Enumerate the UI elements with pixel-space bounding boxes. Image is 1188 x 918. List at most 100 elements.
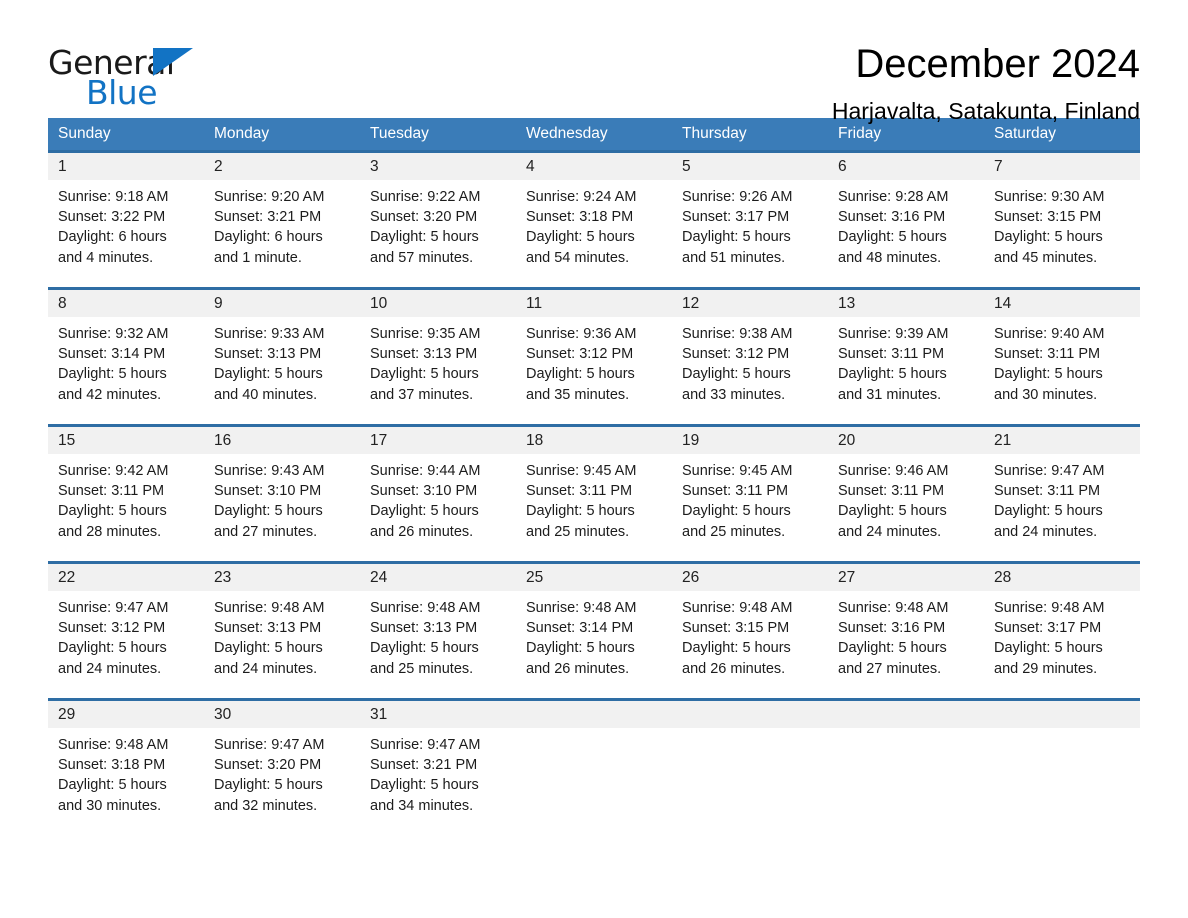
day-cell[interactable]: Sunrise: 9:48 AM Sunset: 3:17 PM Dayligh… <box>984 591 1140 698</box>
day-number[interactable]: 7 <box>984 153 1140 180</box>
sunset-text: Sunset: 3:15 PM <box>682 620 790 637</box>
day-number[interactable]: 13 <box>828 290 984 317</box>
sunset-text: Sunset: 3:21 PM <box>214 209 322 226</box>
day-number[interactable]: 29 <box>48 701 204 728</box>
day-number[interactable]: 5 <box>672 153 828 180</box>
daylight-text-line1: Daylight: 5 hours <box>370 503 479 520</box>
day-cell[interactable]: Sunrise: 9:30 AM Sunset: 3:15 PM Dayligh… <box>984 180 1140 287</box>
day-number[interactable]: 12 <box>672 290 828 317</box>
day-number[interactable]: 15 <box>48 427 204 454</box>
day-number[interactable]: 30 <box>204 701 360 728</box>
week-daynumbers: 1 2 3 4 5 6 7 <box>48 153 1140 180</box>
day-cell[interactable]: Sunrise: 9:47 AM Sunset: 3:20 PM Dayligh… <box>204 728 360 835</box>
day-number[interactable]: 26 <box>672 564 828 591</box>
day-cell[interactable]: Sunrise: 9:48 AM Sunset: 3:15 PM Dayligh… <box>672 591 828 698</box>
day-cell[interactable]: Sunrise: 9:46 AM Sunset: 3:11 PM Dayligh… <box>828 454 984 561</box>
day-cell[interactable]: Sunrise: 9:48 AM Sunset: 3:14 PM Dayligh… <box>516 591 672 698</box>
day-number[interactable]: 25 <box>516 564 672 591</box>
weekday-header-row: Sunday Monday Tuesday Wednesday Thursday… <box>48 118 1140 150</box>
day-cell[interactable]: Sunrise: 9:48 AM Sunset: 3:13 PM Dayligh… <box>204 591 360 698</box>
day-number[interactable]: 21 <box>984 427 1140 454</box>
day-number-empty <box>984 701 1140 728</box>
day-number[interactable]: 23 <box>204 564 360 591</box>
day-cell[interactable]: Sunrise: 9:32 AM Sunset: 3:14 PM Dayligh… <box>48 317 204 424</box>
daylight-text-line1: Daylight: 5 hours <box>994 640 1103 657</box>
day-cell-empty <box>672 728 828 835</box>
sunset-text: Sunset: 3:10 PM <box>370 483 478 500</box>
day-cell[interactable]: Sunrise: 9:48 AM Sunset: 3:13 PM Dayligh… <box>360 591 516 698</box>
day-cell[interactable]: Sunrise: 9:48 AM Sunset: 3:18 PM Dayligh… <box>48 728 204 835</box>
sunrise-text: Sunrise: 9:38 AM <box>682 326 793 342</box>
daylight-text-line1: Daylight: 5 hours <box>214 777 323 794</box>
day-number[interactable]: 1 <box>48 153 204 180</box>
daylight-text-line2: and 54 minutes. <box>526 249 630 266</box>
day-cell[interactable]: Sunrise: 9:18 AM Sunset: 3:22 PM Dayligh… <box>48 180 204 287</box>
day-number[interactable]: 24 <box>360 564 516 591</box>
week-daynumbers: 15 16 17 18 19 20 21 <box>48 427 1140 454</box>
day-number[interactable]: 6 <box>828 153 984 180</box>
day-cell[interactable]: Sunrise: 9:20 AM Sunset: 3:21 PM Dayligh… <box>204 180 360 287</box>
sunrise-text: Sunrise: 9:48 AM <box>58 737 169 753</box>
sunrise-text: Sunrise: 9:45 AM <box>526 463 637 479</box>
sunset-text: Sunset: 3:12 PM <box>58 620 166 637</box>
day-number[interactable]: 14 <box>984 290 1140 317</box>
day-number[interactable]: 2 <box>204 153 360 180</box>
generalblue-logo[interactable]: General Blue <box>48 40 198 110</box>
day-number[interactable]: 16 <box>204 427 360 454</box>
day-number[interactable]: 17 <box>360 427 516 454</box>
day-cell[interactable]: Sunrise: 9:36 AM Sunset: 3:12 PM Dayligh… <box>516 317 672 424</box>
day-cell[interactable]: Sunrise: 9:28 AM Sunset: 3:16 PM Dayligh… <box>828 180 984 287</box>
weekday-header-thursday: Thursday <box>682 125 747 142</box>
day-number[interactable]: 20 <box>828 427 984 454</box>
sunset-text: Sunset: 3:16 PM <box>838 209 946 226</box>
day-number[interactable]: 8 <box>48 290 204 317</box>
day-cell[interactable]: Sunrise: 9:44 AM Sunset: 3:10 PM Dayligh… <box>360 454 516 561</box>
page-header: General Blue December 2024 Harjavalta, S… <box>48 0 1140 124</box>
day-cell[interactable]: Sunrise: 9:38 AM Sunset: 3:12 PM Dayligh… <box>672 317 828 424</box>
day-number[interactable]: 28 <box>984 564 1140 591</box>
sunrise-text: Sunrise: 9:43 AM <box>214 463 325 479</box>
day-cell[interactable]: Sunrise: 9:24 AM Sunset: 3:18 PM Dayligh… <box>516 180 672 287</box>
daylight-text-line1: Daylight: 5 hours <box>58 366 167 383</box>
daylight-text-line2: and 24 minutes. <box>58 660 162 677</box>
day-cell[interactable]: Sunrise: 9:48 AM Sunset: 3:16 PM Dayligh… <box>828 591 984 698</box>
sunset-text: Sunset: 3:20 PM <box>214 757 322 774</box>
day-number[interactable]: 11 <box>516 290 672 317</box>
day-cell[interactable]: Sunrise: 9:33 AM Sunset: 3:13 PM Dayligh… <box>204 317 360 424</box>
sunrise-text: Sunrise: 9:24 AM <box>526 189 637 205</box>
sunset-text: Sunset: 3:13 PM <box>370 346 478 363</box>
day-cell[interactable]: Sunrise: 9:39 AM Sunset: 3:11 PM Dayligh… <box>828 317 984 424</box>
daylight-text-line2: and 35 minutes. <box>526 386 630 403</box>
daylight-text-line2: and 27 minutes. <box>214 523 318 540</box>
day-number[interactable]: 3 <box>360 153 516 180</box>
logo-text-blue: Blue <box>86 73 158 112</box>
day-number[interactable]: 27 <box>828 564 984 591</box>
day-number[interactable]: 10 <box>360 290 516 317</box>
day-cell-empty <box>516 728 672 835</box>
day-number[interactable]: 22 <box>48 564 204 591</box>
day-cell[interactable]: Sunrise: 9:40 AM Sunset: 3:11 PM Dayligh… <box>984 317 1140 424</box>
day-cell[interactable]: Sunrise: 9:42 AM Sunset: 3:11 PM Dayligh… <box>48 454 204 561</box>
day-cell[interactable]: Sunrise: 9:45 AM Sunset: 3:11 PM Dayligh… <box>516 454 672 561</box>
day-cell[interactable]: Sunrise: 9:47 AM Sunset: 3:21 PM Dayligh… <box>360 728 516 835</box>
day-cell[interactable]: Sunrise: 9:26 AM Sunset: 3:17 PM Dayligh… <box>672 180 828 287</box>
day-number[interactable]: 4 <box>516 153 672 180</box>
sunset-text: Sunset: 3:11 PM <box>526 483 633 500</box>
day-cell[interactable]: Sunrise: 9:22 AM Sunset: 3:20 PM Dayligh… <box>360 180 516 287</box>
day-cell[interactable]: Sunrise: 9:47 AM Sunset: 3:11 PM Dayligh… <box>984 454 1140 561</box>
daylight-text-line2: and 48 minutes. <box>838 249 942 266</box>
sunset-text: Sunset: 3:14 PM <box>58 346 166 363</box>
day-number[interactable]: 18 <box>516 427 672 454</box>
day-cell[interactable]: Sunrise: 9:35 AM Sunset: 3:13 PM Dayligh… <box>360 317 516 424</box>
day-number[interactable]: 31 <box>360 701 516 728</box>
sunrise-text: Sunrise: 9:39 AM <box>838 326 949 342</box>
day-cell[interactable]: Sunrise: 9:47 AM Sunset: 3:12 PM Dayligh… <box>48 591 204 698</box>
day-number[interactable]: 19 <box>672 427 828 454</box>
daylight-text-line2: and 42 minutes. <box>58 386 162 403</box>
day-number[interactable]: 9 <box>204 290 360 317</box>
day-cell[interactable]: Sunrise: 9:43 AM Sunset: 3:10 PM Dayligh… <box>204 454 360 561</box>
sunrise-text: Sunrise: 9:46 AM <box>838 463 949 479</box>
daylight-text-line1: Daylight: 5 hours <box>994 366 1103 383</box>
day-cell[interactable]: Sunrise: 9:45 AM Sunset: 3:11 PM Dayligh… <box>672 454 828 561</box>
sunset-text: Sunset: 3:11 PM <box>58 483 165 500</box>
